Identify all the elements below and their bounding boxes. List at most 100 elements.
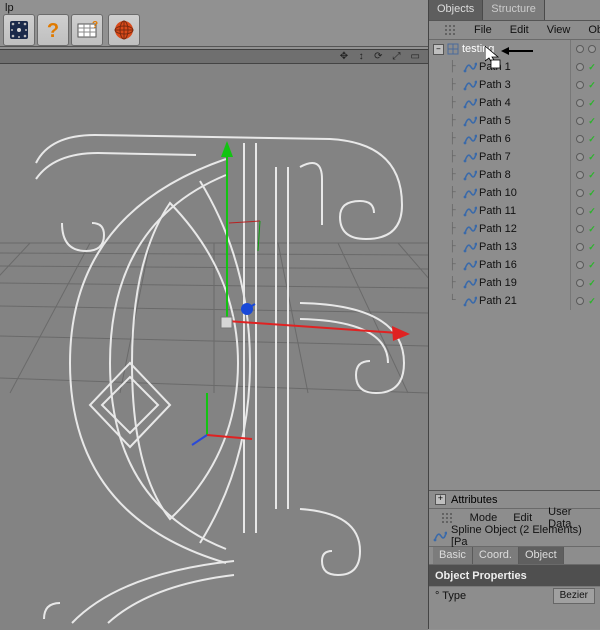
expand-icon[interactable]: + xyxy=(435,494,446,505)
svg-text:?: ? xyxy=(47,20,59,41)
visibility-dots[interactable]: ✓ xyxy=(570,220,600,238)
tree-branch-icon: ├ xyxy=(449,61,463,73)
snap-settings-button[interactable] xyxy=(3,14,35,46)
spline-icon xyxy=(463,114,477,128)
globe-icon xyxy=(113,19,135,41)
visibility-dots[interactable]: ✓ xyxy=(570,94,600,112)
visibility-dots[interactable]: ✓ xyxy=(570,274,600,292)
tree-item-label: Path 13 xyxy=(479,241,517,253)
tree-branch-icon: ├ xyxy=(449,241,463,253)
viewport-canvas[interactable] xyxy=(0,63,428,630)
tree-root-label: testing xyxy=(462,43,494,55)
visibility-dots[interactable]: ✓ xyxy=(570,166,600,184)
om-menu-edit[interactable]: Edit xyxy=(501,22,538,38)
tab-objects[interactable]: Objects xyxy=(429,0,483,20)
tree-item[interactable]: ├ Path 10 ✓ xyxy=(445,184,600,202)
tree-item-label: Path 5 xyxy=(479,115,511,127)
spline-icon xyxy=(463,276,477,290)
attr-tab-object[interactable]: Object xyxy=(519,547,564,564)
viewport-nav-icons[interactable]: ✥ ↕ ⟳ ⤢ ▭ xyxy=(340,51,422,63)
perspective-viewport[interactable]: ✥ ↕ ⟳ ⤢ ▭ xyxy=(0,49,428,630)
tree-item-label: Path 1 xyxy=(479,61,511,73)
tree-item[interactable]: ├ Path 4 ✓ xyxy=(445,94,600,112)
visibility-dots[interactable]: ✓ xyxy=(570,76,600,94)
spline-icon xyxy=(463,258,477,272)
spline-icon xyxy=(463,150,477,164)
collapse-icon[interactable]: – xyxy=(433,44,444,55)
prop-type-row: ° Type Bezier xyxy=(429,586,600,605)
tree-branch-icon: ├ xyxy=(449,115,463,127)
attr-object-name: Spline Object (2 Elements) [Pa xyxy=(451,524,600,548)
attribute-title: Attributes xyxy=(451,494,497,506)
visibility-dots[interactable]: ✓ xyxy=(570,238,600,256)
spline-icon xyxy=(463,186,477,200)
tree-item-label: Path 4 xyxy=(479,97,511,109)
prop-type-value[interactable]: Bezier xyxy=(553,588,595,604)
prop-type-label: ° Type xyxy=(435,590,466,602)
spline-icon xyxy=(463,204,477,218)
tree-item[interactable]: ├ Path 3 ✓ xyxy=(445,76,600,94)
visibility-dots[interactable]: ✓ xyxy=(570,148,600,166)
online-help-button[interactable] xyxy=(108,14,140,46)
svg-text:?: ? xyxy=(92,20,98,31)
menu-fragment: lp xyxy=(5,2,14,14)
tree-item[interactable]: ├ Path 12 ✓ xyxy=(445,220,600,238)
viewport-header: ✥ ↕ ⟳ ⤢ ▭ xyxy=(0,50,428,64)
tree-item-label: Path 12 xyxy=(479,223,517,235)
tab-structure[interactable]: Structure xyxy=(483,0,545,20)
object-tree[interactable]: – testing ├Path 1✓├Path 3✓├Path 4✓├Path … xyxy=(429,40,600,490)
right-panel: Objects Structure File Edit View Objects… xyxy=(428,0,600,629)
spline-icon xyxy=(463,168,477,182)
tree-branch-icon: ├ xyxy=(449,187,463,199)
tree-item[interactable]: ├Path 7✓ xyxy=(445,148,600,166)
question-icon: ? xyxy=(42,19,64,41)
null-icon xyxy=(446,42,460,56)
visibility-dots[interactable]: ✓ xyxy=(570,112,600,130)
om-menu-file[interactable]: File xyxy=(465,22,501,38)
visibility-dots[interactable]: ✓ xyxy=(570,184,600,202)
om-menu-view[interactable]: View xyxy=(538,22,580,38)
tree-branch-icon: ├ xyxy=(449,223,463,235)
help-button-1[interactable]: ? xyxy=(37,14,69,46)
tree-item-label: Path 11 xyxy=(479,205,516,217)
tree-item[interactable]: ├ Path 1 ✓ xyxy=(445,58,600,76)
tree-item[interactable]: ├Path 19✓ xyxy=(445,274,600,292)
tree-item-label: Path 3 xyxy=(479,79,511,91)
tree-item[interactable]: ├ Path 5 ✓ xyxy=(445,112,600,130)
tree-item[interactable]: ├Path 16✓ xyxy=(445,256,600,274)
attr-tab-coord[interactable]: Coord. xyxy=(473,547,519,564)
tree-item-label: Path 16 xyxy=(479,259,517,271)
tree-item-label: Path 10 xyxy=(479,187,517,199)
tree-branch-icon: ├ xyxy=(449,169,463,181)
attr-tab-basic[interactable]: Basic xyxy=(433,547,473,564)
om-menu-objects[interactable]: Objects xyxy=(579,22,600,38)
tree-branch-icon: ├ xyxy=(449,205,463,217)
om-menubar: File Edit View Objects xyxy=(429,21,600,40)
tree-item-label: Path 6 xyxy=(479,133,511,145)
spline-icon xyxy=(433,529,447,543)
tree-item[interactable]: └Path 21✓ xyxy=(445,292,600,310)
tree-item[interactable]: ├Path 8✓ xyxy=(445,166,600,184)
visibility-dots[interactable]: ✓ xyxy=(570,58,600,76)
tree-item[interactable]: ├Path 6✓ xyxy=(445,130,600,148)
grid xyxy=(0,243,428,393)
visibility-dots[interactable]: ✓ xyxy=(570,292,600,310)
visibility-dots[interactable]: ✓ xyxy=(570,202,600,220)
tree-branch-icon: ├ xyxy=(449,151,463,163)
visibility-dots[interactable]: ✓ xyxy=(570,256,600,274)
object-properties-header: Object Properties xyxy=(429,565,600,586)
visibility-dots[interactable]: ✓ xyxy=(570,130,600,148)
spline-icon xyxy=(463,222,477,236)
table-question-icon: ? xyxy=(76,19,98,41)
visibility-dots[interactable] xyxy=(570,40,600,58)
tree-branch-icon: ├ xyxy=(449,79,463,91)
spline-artwork xyxy=(36,135,404,623)
help-manager-button[interactable]: ? xyxy=(71,14,103,46)
tree-branch-icon: └ xyxy=(449,295,463,307)
tree-root-row[interactable]: – testing xyxy=(429,40,600,58)
om-tabs: Objects Structure xyxy=(429,0,600,21)
spline-icon xyxy=(463,78,477,92)
tree-branch-icon: ├ xyxy=(449,97,463,109)
tree-item[interactable]: ├ Path 13 ✓ xyxy=(445,238,600,256)
tree-item[interactable]: ├ Path 11 ✓ xyxy=(445,202,600,220)
